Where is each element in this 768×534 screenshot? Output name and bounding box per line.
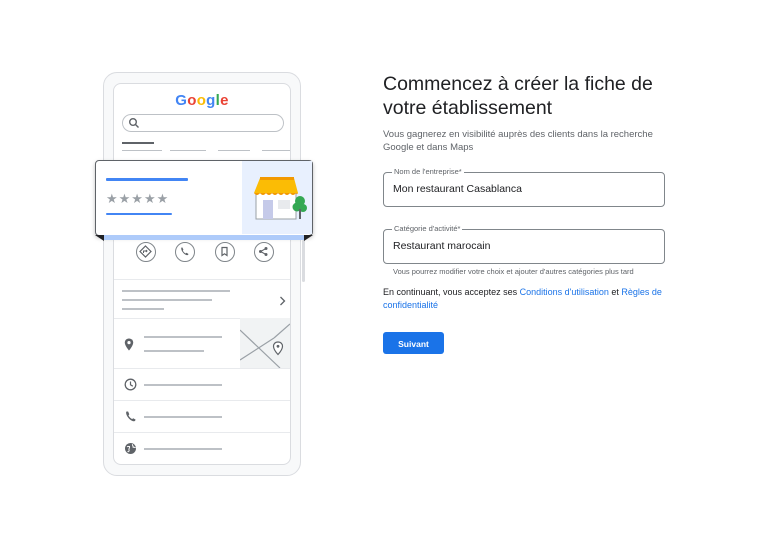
placeholder-line: [122, 308, 164, 310]
placeholder-line: [144, 416, 222, 418]
page-title: Commencez à créer la fiche de votre étab…: [383, 73, 653, 119]
share-icon: [254, 242, 274, 262]
map-thumbnail: [239, 318, 290, 369]
chevron-right-icon: [280, 296, 286, 306]
category-label: Catégorie d'activité*: [392, 224, 463, 234]
placeholder-line: [122, 299, 212, 301]
card-title-line: [106, 178, 188, 181]
tab-line: [122, 142, 154, 144]
consent-text: En continuant, vous acceptez ses Conditi…: [383, 286, 673, 312]
consent-prefix: En continuant, vous acceptez ses: [383, 287, 520, 297]
divider: [114, 400, 290, 401]
location-pin-icon: [124, 338, 134, 351]
rating-stars: ★★★★★: [106, 192, 170, 207]
business-card-illustration: ★★★★★: [95, 160, 313, 236]
divider: [114, 368, 290, 369]
phone-icon: [126, 411, 136, 422]
google-logo: Google: [114, 92, 290, 109]
storefront-icon: [242, 161, 312, 234]
divider: [114, 279, 290, 280]
terms-link[interactable]: Conditions d'utilisation: [520, 287, 609, 297]
category-value[interactable]: Restaurant marocain: [393, 240, 490, 252]
divider: [114, 432, 290, 433]
card-subtitle-line: [106, 213, 172, 215]
next-button[interactable]: Suivant: [383, 332, 444, 354]
business-name-value[interactable]: Mon restaurant Casablanca: [393, 183, 522, 195]
directions-icon: [136, 242, 156, 262]
search-icon: [129, 118, 139, 128]
logo-letter: o: [187, 92, 197, 109]
card-fold: [95, 235, 313, 241]
tab-line: [122, 150, 162, 151]
clock-icon: [124, 378, 137, 391]
placeholder-line: [144, 350, 204, 352]
phone-illustration: Google: [103, 72, 301, 476]
search-bar-illustration: [122, 114, 284, 132]
business-name-label: Nom de l'entreprise*: [392, 167, 464, 177]
page-subtitle: Vous gagnerez en visibilité auprès des c…: [383, 129, 653, 153]
tab-line: [170, 150, 206, 151]
tab-line: [218, 150, 250, 151]
placeholder-line: [122, 290, 230, 292]
logo-letter: G: [175, 92, 188, 109]
globe-icon: [125, 443, 136, 454]
scroll-indicator: [302, 240, 305, 282]
placeholder-line: [144, 448, 222, 450]
category-helper-text: Vous pourrez modifier votre choix et ajo…: [393, 267, 634, 276]
logo-letter: e: [220, 92, 229, 109]
phone-icon: [175, 242, 195, 262]
logo-letter: g: [206, 92, 216, 109]
consent-and: et: [608, 287, 622, 297]
category-field[interactable]: Catégorie d'activité* Restaurant marocai…: [383, 224, 665, 264]
tab-line: [262, 150, 290, 151]
logo-letter: o: [196, 92, 207, 109]
bookmark-icon: [215, 242, 235, 262]
placeholder-line: [144, 384, 222, 386]
phone-screen: Google: [113, 83, 291, 465]
placeholder-line: [144, 336, 222, 338]
business-name-field[interactable]: Nom de l'entreprise* Mon restaurant Casa…: [383, 167, 665, 207]
